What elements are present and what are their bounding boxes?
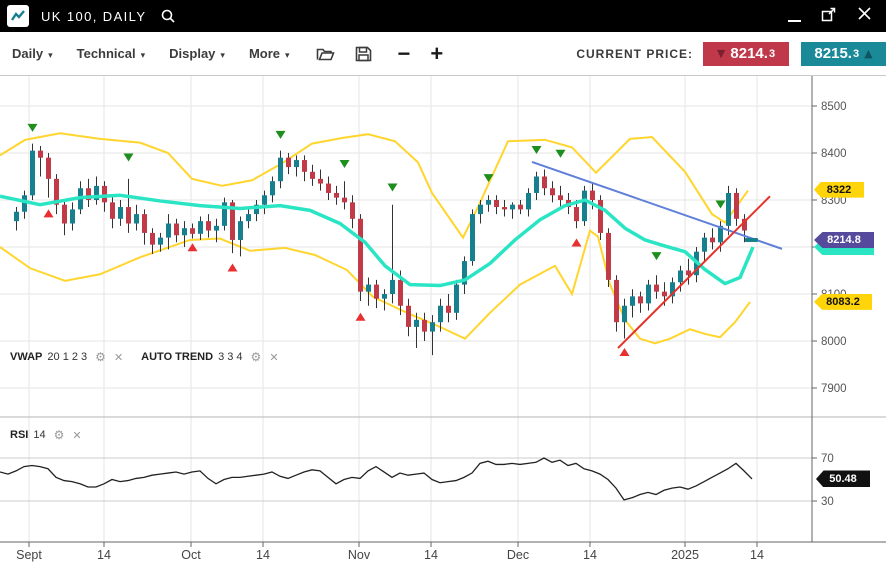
bollinger-bands <box>0 133 750 343</box>
sell-arrow-icon <box>276 131 286 139</box>
save-icon[interactable] <box>355 46 372 62</box>
toolbar: Daily▾ Technical▾ Display▾ More▾ − + CUR… <box>0 32 886 76</box>
rsi-value-badge: 50.48 <box>816 470 870 487</box>
zoom-out-button[interactable]: − <box>398 44 411 64</box>
sell-arrow-icon <box>716 200 726 208</box>
vwap-label: VWAP <box>10 351 42 363</box>
last-price-marker <box>745 238 758 242</box>
svg-text:14: 14 <box>750 548 764 562</box>
chart-window: 85008400830082008100800079007030Sept14Oc… <box>0 0 886 564</box>
menu-more[interactable]: More▾ <box>249 46 290 61</box>
current-price-label: CURRENT PRICE: <box>576 47 693 61</box>
svg-text:8400: 8400 <box>821 148 847 160</box>
svg-text:14: 14 <box>583 548 597 562</box>
svg-text:14: 14 <box>256 548 270 562</box>
buy-arrow-icon <box>356 313 366 321</box>
sell-arrow-icon <box>556 150 566 158</box>
signal-arrows <box>28 124 726 356</box>
chevron-down-icon: ▾ <box>285 51 290 61</box>
main-indicator-labels: VWAP 20 1 2 3 ⚙ ✕ AUTO TREND 3 3 4 ⚙ ✕ <box>10 350 279 364</box>
sell-price-badge[interactable]: ▼ 8214.3 <box>703 42 789 66</box>
candles <box>14 144 747 356</box>
svg-text:14: 14 <box>424 548 438 562</box>
auto-trend-settings-icon[interactable]: ⚙ <box>251 350 262 364</box>
rsi-indicator-labels: RSI 14 ⚙ ✕ <box>10 428 82 442</box>
menu-display[interactable]: Display▾ <box>169 46 225 61</box>
minimize-icon[interactable] <box>788 20 801 22</box>
buy-price-badge[interactable]: 8215.3 ▲ <box>801 42 886 66</box>
sell-arrow-icon <box>124 153 134 161</box>
buy-arrow-icon <box>44 209 54 217</box>
open-folder-icon[interactable] <box>316 46 335 62</box>
zoom-in-button[interactable]: + <box>430 44 443 64</box>
last-price-badge: 8214.8 <box>814 232 874 248</box>
chart-canvas[interactable]: 85008400830082008100800079007030Sept14Oc… <box>0 0 886 564</box>
app-logo-icon <box>7 5 29 27</box>
menu-technical[interactable]: Technical▾ <box>77 46 146 61</box>
vwap-settings-icon[interactable]: ⚙ <box>95 350 106 364</box>
sell-arrow-icon <box>652 252 662 260</box>
svg-text:14: 14 <box>97 548 111 562</box>
arrow-down-icon: ▼ <box>717 47 725 60</box>
rsi-label: RSI <box>10 429 28 441</box>
buy-arrow-icon <box>620 348 630 356</box>
vwap-remove-icon[interactable]: ✕ <box>114 351 123 364</box>
menu-timeframe[interactable]: Daily▾ <box>12 46 53 61</box>
close-icon[interactable] <box>857 6 872 26</box>
auto-trend-label: AUTO TREND <box>141 351 213 363</box>
bollinger-lower-badge: 8083.2 <box>814 294 872 310</box>
arrow-up-icon: ▲ <box>864 47 872 60</box>
rsi-remove-icon[interactable]: ✕ <box>72 429 81 442</box>
instrument-title: UK 100, DAILY <box>41 9 146 24</box>
bollinger-upper-badge: 8322 <box>814 182 864 198</box>
svg-text:8000: 8000 <box>821 336 847 348</box>
chevron-down-icon: ▾ <box>220 51 225 61</box>
svg-text:Nov: Nov <box>348 548 371 562</box>
svg-text:70: 70 <box>821 453 834 465</box>
sell-arrow-icon <box>340 160 350 168</box>
chevron-down-icon: ▾ <box>48 51 53 61</box>
search-icon[interactable] <box>160 8 176 24</box>
rsi-settings-icon[interactable]: ⚙ <box>54 428 65 442</box>
buy-arrow-icon <box>228 263 238 271</box>
rsi-line <box>0 458 752 500</box>
chevron-down-icon: ▾ <box>141 51 146 61</box>
svg-text:8500: 8500 <box>821 101 847 113</box>
svg-text:2025: 2025 <box>671 548 699 562</box>
auto-trend-remove-icon[interactable]: ✕ <box>269 351 278 364</box>
svg-text:Dec: Dec <box>507 548 529 562</box>
svg-text:Sept: Sept <box>16 548 42 562</box>
buy-arrow-icon <box>572 239 582 247</box>
svg-text:30: 30 <box>821 496 834 508</box>
title-bar: UK 100, DAILY <box>0 0 886 32</box>
svg-text:Oct: Oct <box>181 548 201 562</box>
popout-icon[interactable] <box>821 6 837 27</box>
sell-arrow-icon <box>388 184 398 192</box>
svg-text:7900: 7900 <box>821 383 847 395</box>
